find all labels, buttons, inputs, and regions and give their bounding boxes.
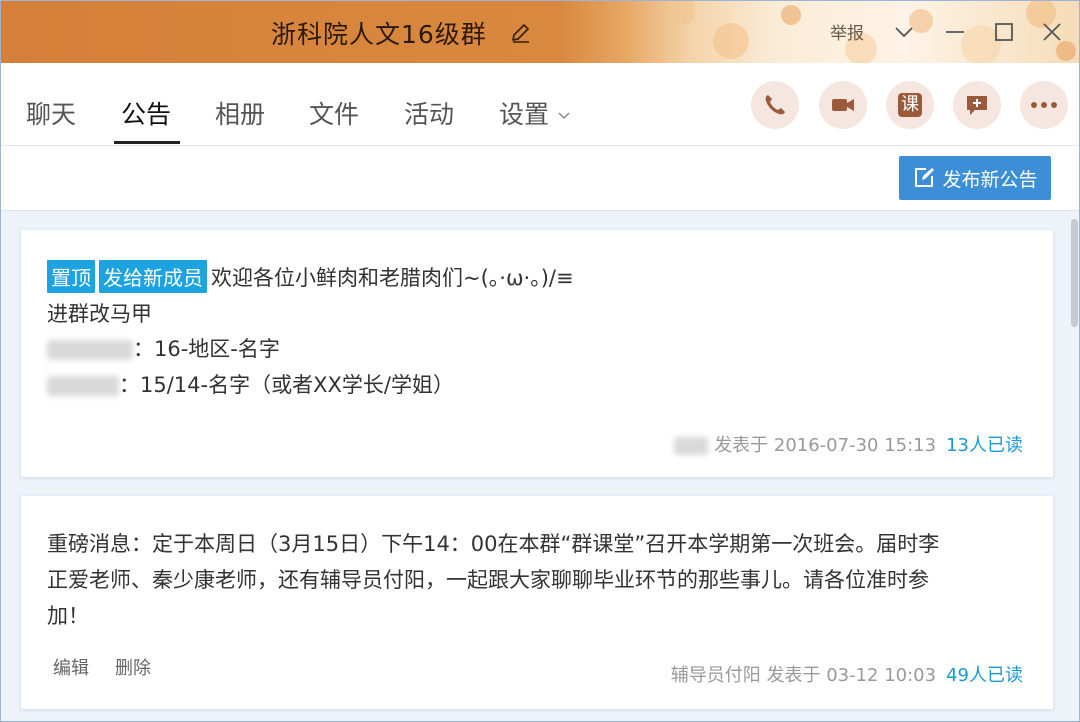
- announcement-text: 加！: [47, 604, 89, 628]
- tab-settings[interactable]: 设置: [499, 95, 571, 131]
- video-camera-icon: [832, 99, 854, 111]
- announcement-meta: 发表于 2016-07-30 15:13 13人已读: [674, 431, 1023, 457]
- report-link[interactable]: 举报: [830, 19, 864, 44]
- posted-time: 辅导员付阳 发表于 03-12 10:03: [670, 665, 937, 686]
- announcement-text-line: ：15/14-名字（或者XX学长/学姐）: [47, 369, 454, 399]
- announcement-toolbar: 发布新公告: [1, 146, 1079, 211]
- edit-button[interactable]: 编辑: [53, 654, 89, 680]
- announcement-meta: 辅导员付阳 发表于 03-12 10:03 49人已读: [671, 661, 1023, 687]
- announcement-text: ：15/14-名字（或者XX学长/学姐）: [119, 373, 454, 397]
- course-icon: 课: [898, 93, 922, 117]
- voice-call-button[interactable]: [751, 81, 799, 129]
- minimize-icon[interactable]: [942, 19, 968, 45]
- add-discussion-button[interactable]: [953, 81, 1001, 129]
- compose-icon: [915, 168, 935, 187]
- announcement-text: 欢迎各位小鲜肉和老腊肉们~(。·ω·。)/≡: [211, 266, 574, 290]
- phone-icon: [765, 95, 785, 115]
- delete-button[interactable]: 删除: [115, 654, 151, 680]
- announcement-card[interactable]: 重磅消息：定于本周日（3月15日）下午14：00在本群“群课堂”召开本学期第一次…: [21, 496, 1053, 709]
- announcement-card[interactable]: 置顶 发给新成员 欢迎各位小鲜肉和老腊肉们~(。·ω·。)/≡ 进群改马甲 ：16-…: [21, 230, 1053, 477]
- maximize-icon[interactable]: [991, 19, 1017, 45]
- announcement-text: ：16-地区-名字: [133, 337, 280, 361]
- title-bar: 浙科院人文16级群 举报: [1, 1, 1079, 63]
- redacted-text: [47, 340, 133, 360]
- tab-activities[interactable]: 活动: [404, 95, 454, 131]
- pinned-badge: 置顶: [47, 260, 95, 293]
- edit-pencil-icon[interactable]: [509, 21, 533, 45]
- group-title: 浙科院人文16级群: [271, 20, 487, 49]
- group-course-button[interactable]: 课: [886, 81, 934, 129]
- read-count-link[interactable]: 13人已读: [946, 435, 1023, 456]
- publish-announcement-label: 发布新公告: [942, 168, 1038, 191]
- tab-files[interactable]: 文件: [309, 95, 359, 131]
- announcement-text: 进群改马甲: [47, 302, 152, 326]
- chat-plus-icon: [967, 96, 987, 115]
- announcement-text-line: ：16-地区-名字: [47, 333, 280, 363]
- group-window: 浙科院人文16级群 举报 聊天 公告 相册 文件 活动 设置 课 发布新公告 置…: [0, 0, 1080, 722]
- scrollbar-thumb[interactable]: [1071, 219, 1078, 327]
- redacted-text: [47, 376, 119, 396]
- announcement-first-line: 置顶 发给新成员 欢迎各位小鲜肉和老腊肉们~(。·ω·。)/≡: [47, 260, 574, 293]
- announcement-text: 正爱老师、秦少康老师，还有辅导员付阳，一起跟大家聊聊毕业环节的那些事儿。请各位准…: [47, 568, 929, 592]
- tab-chat[interactable]: 聊天: [26, 95, 76, 131]
- video-call-button[interactable]: [819, 81, 867, 129]
- posted-time: 发表于 2016-07-30 15:13: [714, 435, 937, 456]
- more-dots-icon: [1031, 102, 1057, 108]
- redacted-author: [674, 437, 709, 455]
- more-options-button[interactable]: [1020, 81, 1068, 129]
- new-member-badge: 发给新成员: [99, 260, 207, 293]
- tab-album[interactable]: 相册: [215, 95, 265, 131]
- active-tab-indicator: [114, 141, 180, 144]
- announcement-text: 重磅消息：定于本周日（3月15日）下午14：00在本群“群课堂”召开本学期第一次…: [47, 532, 940, 556]
- tab-announcements[interactable]: 公告: [121, 95, 171, 131]
- chevron-down-icon[interactable]: [891, 19, 917, 45]
- chevron-down-icon: [558, 112, 570, 120]
- close-icon[interactable]: [1039, 19, 1065, 45]
- tab-settings-label: 设置: [499, 100, 550, 129]
- publish-announcement-button[interactable]: 发布新公告: [899, 156, 1051, 200]
- read-count-link[interactable]: 49人已读: [946, 665, 1023, 686]
- tab-bar: 聊天 公告 相册 文件 活动 设置 课: [1, 63, 1079, 146]
